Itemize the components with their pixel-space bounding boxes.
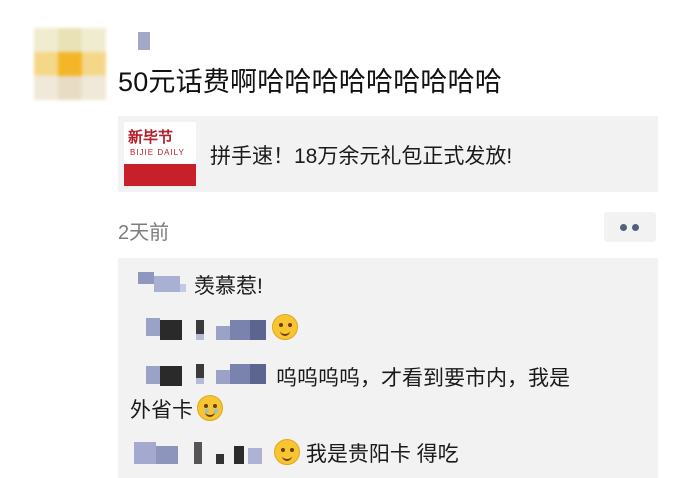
crying-emoji-icon (197, 395, 223, 421)
comment-section: 羡慕惹! 呜呜呜呜，才看到要市内，我是 外省卡 我是贵阳卡 得吃 (118, 258, 658, 478)
comment-text-continued: 外省卡 (130, 399, 193, 422)
commenter-name[interactable] (138, 272, 154, 284)
more-dot-icon (620, 224, 627, 231)
commenter-name[interactable] (134, 442, 156, 464)
post-time: 2天前 (118, 222, 170, 244)
link-card[interactable]: 新毕节 BIJIE DAILY 拼手速！18万余元礼包正式发放! (118, 116, 658, 192)
link-thumbnail: 新毕节 BIJIE DAILY (124, 122, 196, 186)
commenter-name[interactable] (146, 318, 160, 336)
more-dot-icon (632, 224, 639, 231)
post-text: 50元话费啊哈哈哈哈哈哈哈哈哈 (118, 67, 503, 97)
comment-text: 羡慕惹! (194, 275, 263, 298)
comment-text: 我是贵阳卡 得吃 (305, 443, 459, 466)
more-button[interactable] (604, 212, 656, 242)
smile-emoji-icon (272, 314, 298, 340)
thumbnail-subtitle: BIJIE DAILY (130, 148, 185, 157)
link-title: 拼手速！18万余元礼包正式发放! (210, 145, 513, 168)
username[interactable] (138, 32, 150, 50)
thumbnail-title: 新毕节 (128, 128, 174, 146)
commenter-name[interactable] (146, 366, 160, 384)
comment-text: 呜呜呜呜，才看到要市内，我是 (276, 367, 570, 390)
avatar[interactable] (34, 28, 106, 100)
grin-emoji-icon (274, 439, 300, 465)
